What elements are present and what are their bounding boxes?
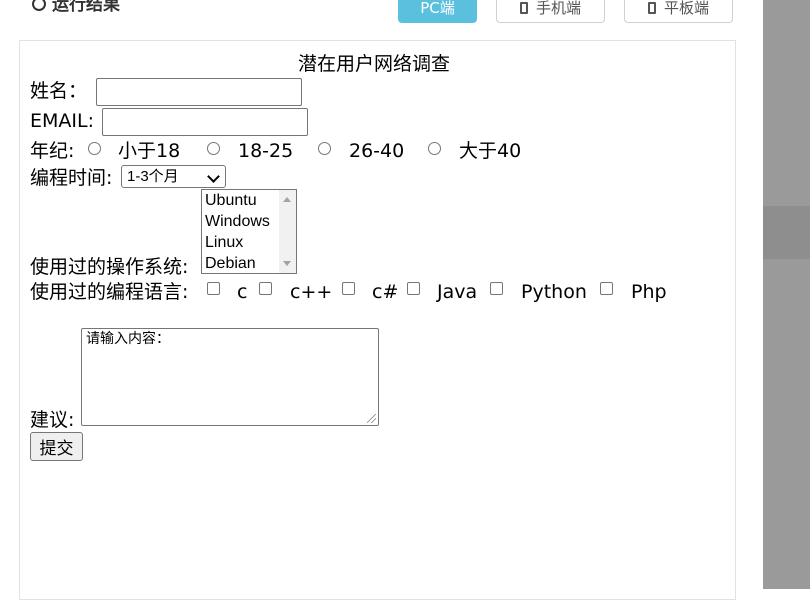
- submit-button[interactable]: 提交: [30, 432, 83, 461]
- name-label: 姓名：: [30, 80, 88, 102]
- age-option-3: 26-40: [349, 140, 405, 162]
- side-panel: [763, 0, 810, 589]
- lang-option-csharp: c#: [372, 281, 399, 303]
- age-option-1: 小于18: [118, 140, 181, 162]
- name-input[interactable]: [96, 78, 302, 106]
- lang-checkbox-c[interactable]: [207, 282, 220, 295]
- mobile-view-button[interactable]: 手机端: [496, 0, 605, 23]
- mobile-view-label: 手机端: [535, 0, 581, 17]
- lang-checkbox-csharp[interactable]: [342, 282, 355, 295]
- lang-checkbox-cpp[interactable]: [259, 282, 272, 295]
- side-panel-band: [763, 206, 810, 259]
- lang-option-c: c: [237, 281, 248, 303]
- chevron-down-icon: [207, 170, 220, 183]
- lang-option-python: Python: [521, 281, 587, 303]
- pc-view-label: PC端: [420, 0, 455, 17]
- lang-option-java: Java: [437, 281, 478, 303]
- suggest-label: 建议:: [30, 409, 75, 431]
- lang-checkbox-python[interactable]: [490, 282, 503, 295]
- age-radio-3[interactable]: [318, 142, 331, 155]
- lang-label: 使用过的编程语言:: [30, 281, 189, 303]
- os-label: 使用过的操作系统:: [30, 256, 189, 278]
- phone-icon: [519, 1, 528, 14]
- run-result-label: 运行结果: [52, 0, 120, 15]
- pc-view-button[interactable]: PC端: [398, 0, 477, 23]
- suggest-text: 请输入内容：: [86, 331, 170, 347]
- scroll-down-icon[interactable]: [283, 261, 291, 266]
- age-radio-2[interactable]: [207, 142, 220, 155]
- lang-option-php: Php: [631, 281, 667, 303]
- lang-checkbox-php[interactable]: [600, 282, 613, 295]
- lang-option-cpp: c++: [290, 281, 333, 303]
- os-listbox[interactable]: Ubuntu Windows Linux Debian: [201, 189, 297, 274]
- email-label: EMAIL:: [30, 110, 94, 132]
- scroll-up-icon[interactable]: [283, 197, 291, 202]
- os-option-windows[interactable]: Windows: [205, 211, 270, 232]
- suggest-textarea[interactable]: 请输入内容：: [81, 328, 379, 426]
- email-input[interactable]: [102, 108, 308, 136]
- tablet-view-label: 平板端: [663, 0, 709, 17]
- age-radio-1[interactable]: [88, 142, 101, 155]
- submit-label: 提交: [39, 439, 74, 459]
- tablet-icon: [647, 1, 656, 14]
- time-select-value: 1-3个月: [127, 168, 179, 185]
- tablet-view-button[interactable]: 平板端: [624, 0, 733, 23]
- os-option-linux[interactable]: Linux: [205, 232, 243, 253]
- os-option-debian[interactable]: Debian: [205, 253, 256, 273]
- time-label: 编程时间:: [30, 167, 113, 189]
- resize-grip-icon[interactable]: [367, 414, 376, 423]
- run-result-title: 运行结果: [32, 0, 120, 15]
- age-label: 年纪:: [30, 140, 75, 162]
- age-option-2: 18-25: [238, 140, 294, 162]
- circle-icon: [32, 0, 46, 11]
- os-option-ubuntu[interactable]: Ubuntu: [205, 190, 257, 211]
- time-select[interactable]: 1-3个月: [121, 165, 226, 188]
- lang-checkbox-java[interactable]: [407, 282, 420, 295]
- form-title: 潜在用户网络调查: [298, 53, 451, 75]
- age-option-4: 大于40: [459, 140, 522, 162]
- age-radio-4[interactable]: [428, 142, 441, 155]
